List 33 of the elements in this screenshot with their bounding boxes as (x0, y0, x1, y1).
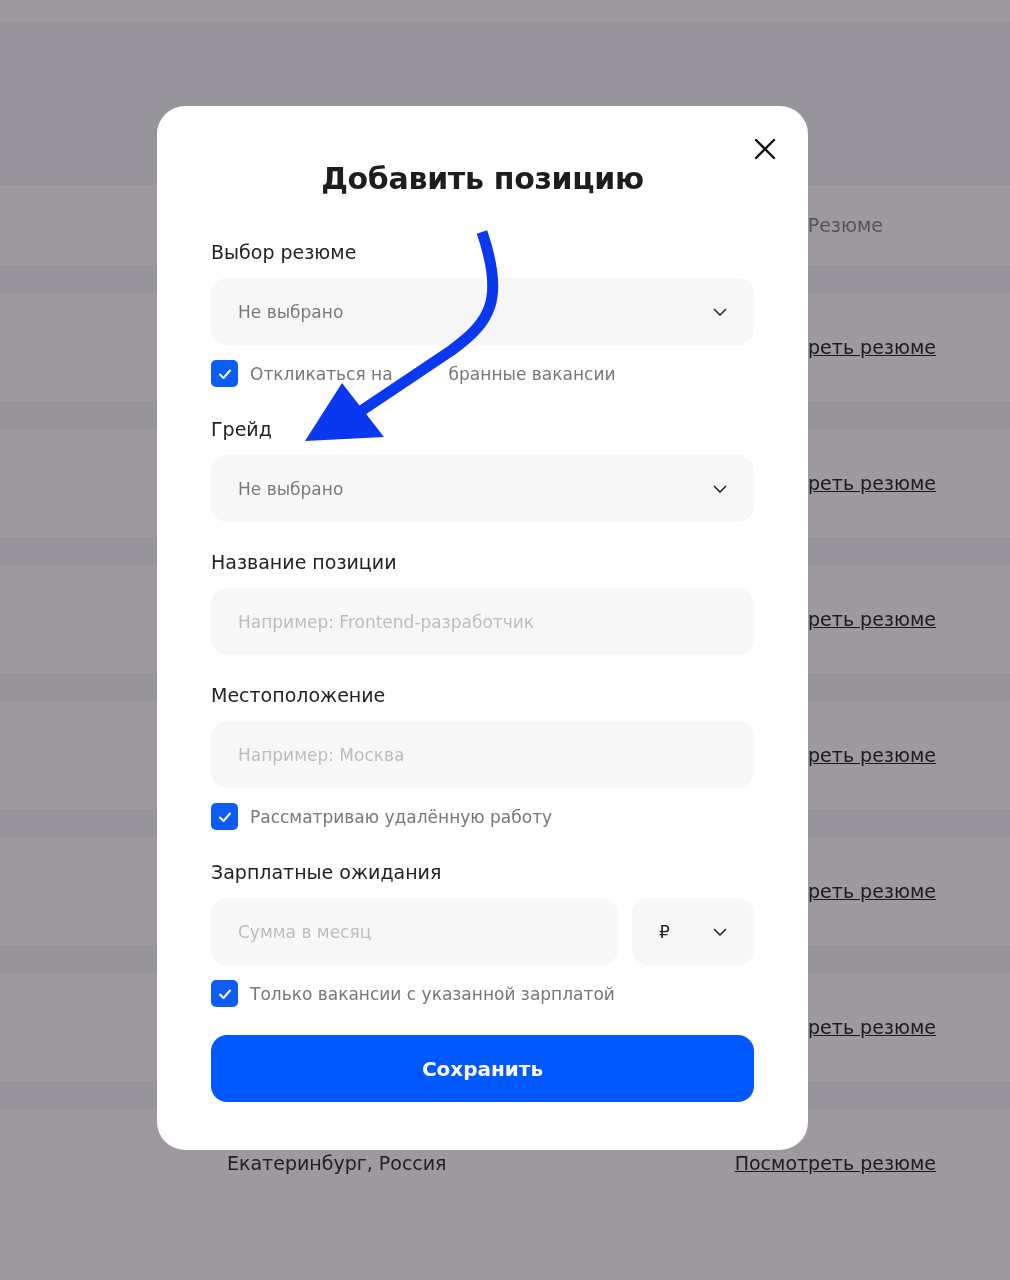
view-resume-link[interactable]: реть резюме (808, 336, 936, 358)
view-resume-link[interactable]: реть резюме (808, 880, 936, 902)
input-field[interactable]: Например: Frontend-разработчик (211, 588, 754, 655)
dialog-title: Добавить позицию (320, 160, 645, 198)
field-label: Выбор резюме (211, 240, 357, 264)
input-field[interactable]: Например: Москва (211, 721, 754, 788)
checkbox[interactable] (211, 360, 238, 387)
chevron-icon (713, 484, 727, 493)
view-resume-link[interactable]: реть резюме (808, 472, 936, 494)
save-button[interactable]: Сохранить (211, 1035, 754, 1102)
view-resume-link[interactable]: Посмотреть резюме (734, 1152, 936, 1174)
checkbox-label: бранные вакансии (448, 363, 616, 384)
view-resume-link[interactable]: реть резюме (808, 744, 936, 766)
column-header: Резюме (807, 214, 883, 236)
field-label: Название позиции (211, 550, 397, 574)
checkbox[interactable] (211, 980, 238, 1007)
checkbox-label: Рассматриваю удалённую работу (250, 806, 553, 827)
checkbox-label: Откликаться на (250, 363, 393, 384)
location-text: Екатеринбург, Россия (227, 1152, 447, 1174)
view-resume-link[interactable]: реть резюме (808, 1016, 936, 1038)
field-label: Грейд (211, 417, 272, 441)
field-label: Зарплатные ожидания (211, 860, 442, 884)
amount-field[interactable]: Сумма в месяц (211, 898, 618, 965)
currency-select[interactable]: ₽ (632, 898, 754, 965)
checkbox-label: Только вакансии с указанной зарплатой (250, 983, 615, 1004)
chevron-icon (713, 307, 727, 316)
view-resume-link[interactable]: реть резюме (808, 608, 936, 630)
chevron-icon (713, 927, 727, 936)
select-field[interactable]: Не выбрано (211, 455, 754, 522)
checkbox[interactable] (211, 803, 238, 830)
close-icon[interactable] (753, 137, 777, 161)
field-label: Местоположение (211, 683, 386, 707)
select-field[interactable]: Не выбрано (211, 278, 754, 345)
